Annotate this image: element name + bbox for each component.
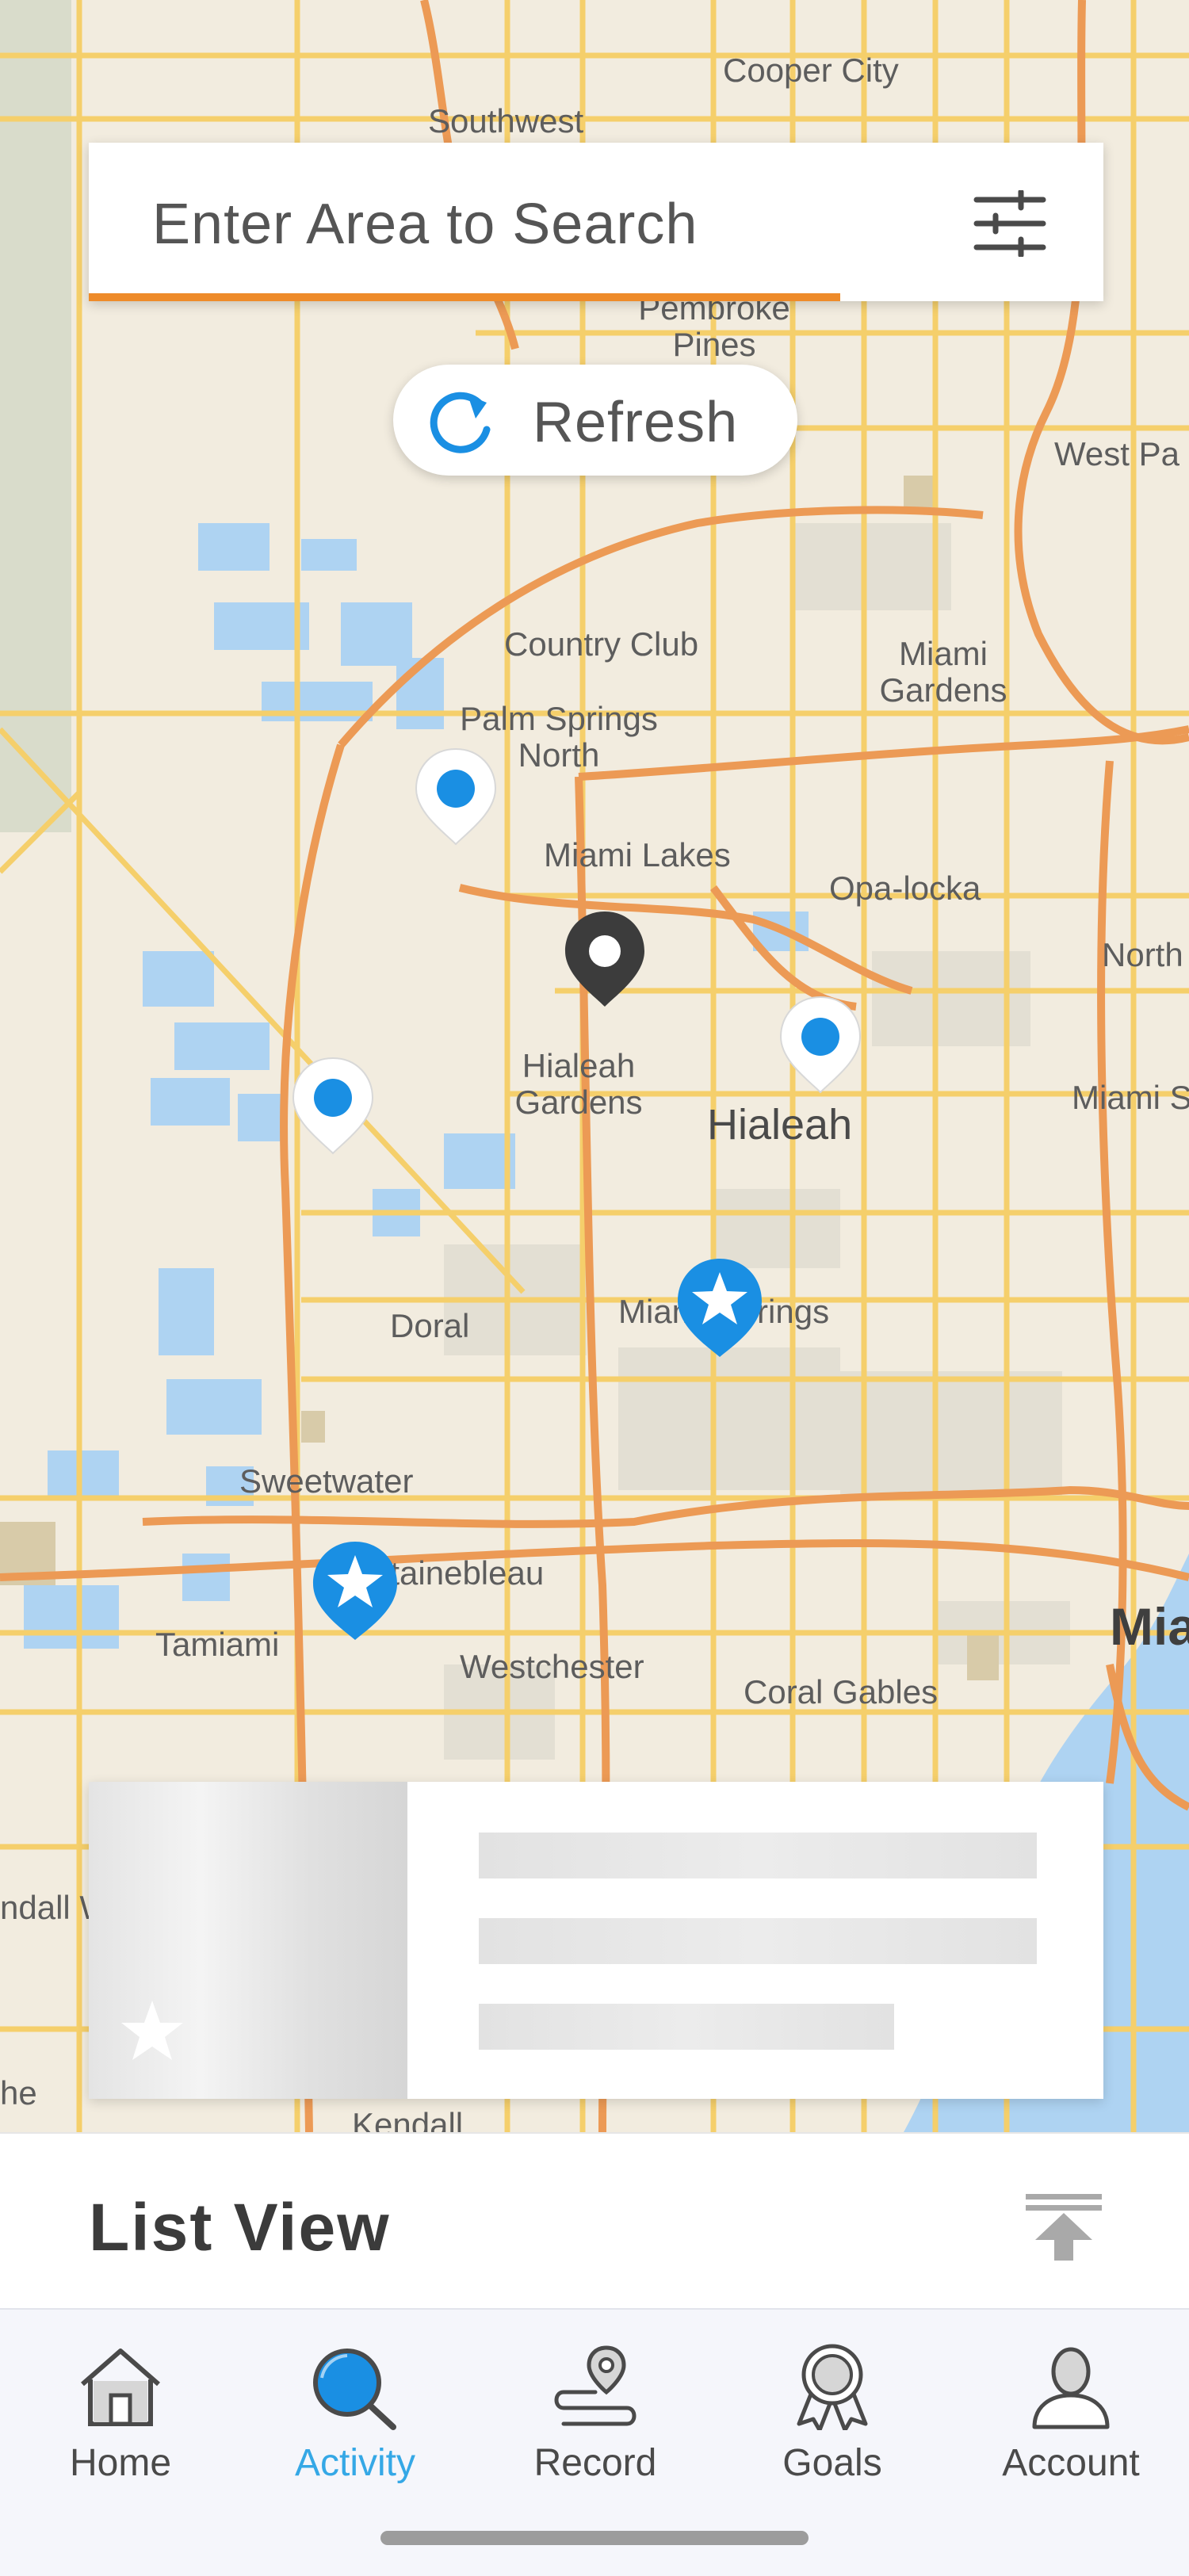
map-pin-selected[interactable]: [561, 908, 648, 1011]
map-label-mia: Mia: [1110, 1597, 1189, 1656]
map-label-miami-s: Miami S: [1072, 1079, 1189, 1116]
map-label-hialeah-gardens: Hialeah Gardens: [514, 1047, 643, 1122]
tab-record[interactable]: Record: [476, 2343, 714, 2541]
map-label-miami-gardens: Miami Gardens: [879, 635, 1007, 709]
list-view-title: List View: [89, 2190, 391, 2265]
map-label-cooper-city: Cooper City: [723, 52, 899, 89]
search-input[interactable]: Enter Area to Search: [152, 192, 698, 257]
location-preview-card[interactable]: [89, 1782, 1103, 2099]
favorite-star-icon[interactable]: [119, 1997, 185, 2064]
map-label-sweetwater: Sweetwater: [239, 1462, 414, 1500]
search-bar[interactable]: Enter Area to Search: [89, 143, 1103, 301]
card-text-placeholder: [479, 2004, 894, 2050]
map-label-tamiami: Tamiami: [155, 1626, 280, 1663]
map-label-doral: Doral: [390, 1307, 470, 1344]
map-label-north: North: [1102, 936, 1183, 973]
location-route-icon: [554, 2345, 637, 2426]
map-label-westchester: Westchester: [460, 1648, 644, 1685]
tab-goals-label: Goals: [782, 2442, 882, 2484]
tab-account[interactable]: Account: [952, 2343, 1189, 2541]
map-pin-favorite[interactable]: [311, 1539, 400, 1642]
map-label-country-club: Country Club: [504, 625, 699, 663]
filter-icon[interactable]: [972, 190, 1048, 257]
map-pin[interactable]: [412, 745, 499, 848]
home-icon: [81, 2349, 160, 2426]
map-label-miami-lakes: Miami Lakes: [544, 836, 731, 873]
map-label-hialeah: Hialeah: [707, 1101, 853, 1148]
search-underline: [89, 293, 840, 301]
award-icon: [797, 2344, 868, 2430]
card-text-placeholder: [479, 1918, 1037, 1964]
tab-activity[interactable]: Activity: [236, 2343, 474, 2541]
tab-home[interactable]: Home: [2, 2343, 239, 2541]
tab-account-label: Account: [1002, 2442, 1140, 2484]
tab-record-label: Record: [533, 2442, 657, 2484]
map-label-west-pa: West Pa: [1054, 435, 1179, 472]
list-view-sheet[interactable]: List View: [0, 2132, 1189, 2310]
refresh-label: Refresh: [533, 391, 739, 454]
refresh-button[interactable]: Refresh: [393, 365, 797, 476]
tab-activity-label: Activity: [294, 2442, 415, 2484]
user-icon: [1032, 2347, 1110, 2429]
map-label-the: he: [0, 2074, 37, 2112]
tab-home-label: Home: [69, 2442, 172, 2484]
refresh-icon: [430, 392, 491, 453]
map-label-southwest: Southwest: [428, 102, 584, 140]
map-pin-favorite[interactable]: [675, 1256, 764, 1359]
map-pin[interactable]: [777, 993, 864, 1096]
search-icon: [313, 2349, 396, 2430]
expand-up-icon[interactable]: [1021, 2191, 1107, 2264]
map-label-opa-locka: Opa-locka: [829, 869, 981, 907]
map-label-kendall: Kendall: [352, 2106, 464, 2132]
map-label-coral-gables: Coral Gables: [744, 1673, 939, 1710]
map-pin[interactable]: [289, 1054, 377, 1157]
card-text-placeholder: [479, 1833, 1037, 1878]
home-indicator[interactable]: [380, 2531, 809, 2545]
tab-goals[interactable]: Goals: [713, 2343, 951, 2541]
